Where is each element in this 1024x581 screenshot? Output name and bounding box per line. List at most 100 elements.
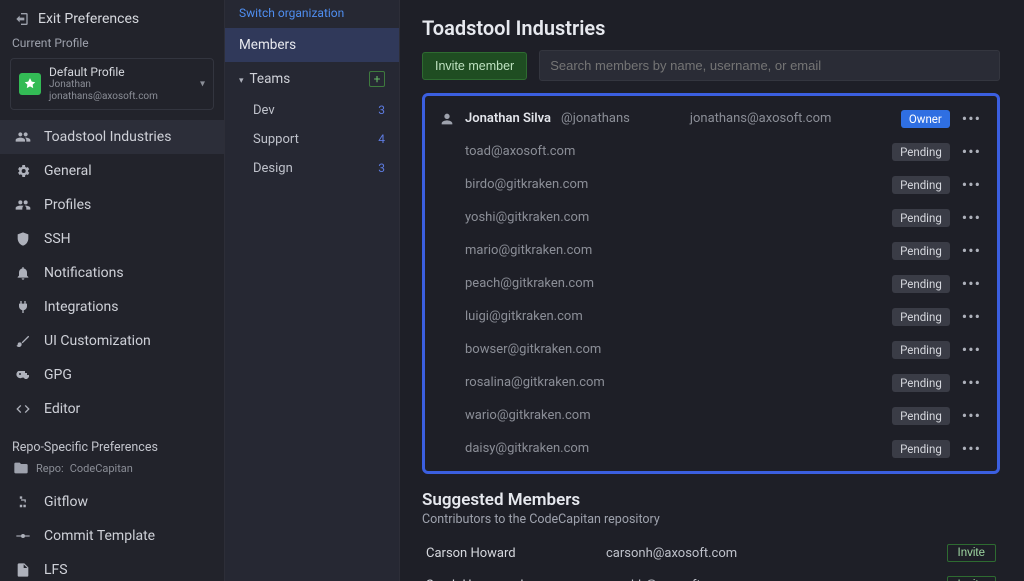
- member-actions-icon[interactable]: •••: [960, 406, 983, 425]
- switch-organization-link[interactable]: Switch organization: [225, 0, 399, 28]
- team-count: 3: [378, 103, 385, 118]
- team-item-support[interactable]: Support 4: [225, 125, 399, 154]
- code-icon: [14, 400, 32, 418]
- member-email: luigi@gitkraken.com: [465, 309, 583, 324]
- member-actions-icon[interactable]: •••: [960, 307, 983, 326]
- team-count: 4: [378, 132, 385, 147]
- profile-selector[interactable]: Default Profile Jonathan jonathans@axoso…: [10, 58, 214, 110]
- member-row: mario@gitkraken.comPending•••: [435, 234, 987, 267]
- members-list: Jonathan Silva @jonathans jonathans@axos…: [422, 93, 1000, 474]
- member-actions-icon[interactable]: •••: [960, 241, 983, 260]
- nav-label: LFS: [44, 562, 68, 578]
- member-actions-icon[interactable]: •••: [960, 109, 983, 128]
- member-row: daisy@gitkraken.com Pending •••: [435, 432, 987, 465]
- suggested-invite-button[interactable]: Invite: [947, 576, 997, 581]
- nav-repo: Gitflow Commit Template LFS: [0, 485, 224, 581]
- nav-item-ui-customization[interactable]: UI Customization: [0, 324, 224, 358]
- main-panel: Toadstool Industries Invite member Jonat…: [400, 0, 1024, 581]
- nav-label: GPG: [44, 367, 72, 383]
- nav-label: Toadstool Industries: [44, 129, 171, 145]
- members-tab[interactable]: Members: [225, 28, 399, 62]
- team-item-design[interactable]: Design3: [225, 154, 399, 183]
- team-name: Support: [253, 132, 299, 147]
- team-count: 3: [378, 161, 385, 176]
- member-email: wario@gitkraken.com: [465, 408, 591, 423]
- member-email: daisy@gitkraken.com: [465, 441, 589, 456]
- nav-item-general[interactable]: General: [0, 154, 224, 188]
- exit-label: Exit Preferences: [38, 11, 139, 27]
- member-actions-icon[interactable]: •••: [960, 274, 983, 293]
- middle-column: Switch organization Members ▾Teams + Dev…: [225, 0, 400, 581]
- member-email: toad@axosoft.com: [465, 144, 575, 159]
- member-actions-icon[interactable]: •••: [960, 439, 983, 458]
- exit-preferences[interactable]: Exit Preferences: [0, 6, 224, 34]
- nav-item-editor[interactable]: Editor: [0, 392, 224, 426]
- member-email: jonathans@axosoft.com: [690, 111, 832, 126]
- pending-badge: Pending: [892, 374, 950, 392]
- invite-member-button[interactable]: Invite member: [422, 52, 527, 80]
- suggested-name: Sarah Hammond: [426, 578, 606, 581]
- nav-item-toadstool-industries[interactable]: Toadstool Industries: [0, 120, 224, 154]
- repo-line: Repo: CodeCapitan: [0, 457, 224, 485]
- nav-item-gpg[interactable]: GPG: [0, 358, 224, 392]
- nav-main: Toadstool Industries GeneralProfilesSSH No…: [0, 120, 224, 426]
- nav-item-ssh[interactable]: SSH: [0, 222, 224, 256]
- member-row: toad@axosoft.comPending•••: [435, 135, 987, 168]
- member-email: yoshi@gitkraken.com: [465, 210, 589, 225]
- pending-badge: Pending: [892, 440, 950, 458]
- member-handle: @jonathans: [561, 111, 630, 126]
- users-icon: [14, 196, 32, 214]
- repo-name: CodeCapitan: [70, 462, 133, 475]
- member-email: bowser@gitkraken.com: [465, 342, 601, 357]
- plug-icon: [14, 298, 32, 316]
- member-row: bowser@gitkraken.comPending•••: [435, 333, 987, 366]
- owner-badge: Owner: [901, 110, 950, 128]
- nav-item-profiles[interactable]: Profiles: [0, 188, 224, 222]
- member-row: rosalina@gitkraken.com Pending •••: [435, 366, 987, 399]
- member-actions-icon[interactable]: •••: [960, 142, 983, 161]
- nav-item-integrations[interactable]: Integrations: [0, 290, 224, 324]
- team-item-dev[interactable]: Dev3: [225, 96, 399, 125]
- gear-icon: [14, 162, 32, 180]
- member-row: birdo@gitkraken.comPending•••: [435, 168, 987, 201]
- teams-section[interactable]: ▾Teams +: [225, 62, 399, 96]
- profile-email: jonathans@axosoft.com: [49, 91, 158, 103]
- member-email: birdo@gitkraken.com: [465, 177, 588, 192]
- nav-label: Gitflow: [44, 494, 88, 510]
- member-row: peach@gitkraken.comPending•••: [435, 267, 987, 300]
- nav-label: Notifications: [44, 265, 124, 281]
- nav-label: UI Customization: [44, 333, 151, 349]
- member-actions-icon[interactable]: •••: [960, 373, 983, 392]
- repo-section-title: Repo-Specific Preferences: [0, 426, 224, 457]
- pending-badge: Pending: [892, 407, 950, 425]
- add-team-button[interactable]: +: [369, 71, 385, 87]
- member-name: Jonathan Silva: [465, 111, 551, 126]
- suggested-email: carsonh@axosoft.com: [606, 546, 947, 561]
- brush-icon: [14, 332, 32, 350]
- member-search-input[interactable]: [539, 50, 1000, 81]
- nav-label: Integrations: [44, 299, 118, 315]
- nav-item-notifications[interactable]: Notifications: [0, 256, 224, 290]
- chevron-down-icon: ▾: [239, 76, 244, 86]
- profile-title: Default Profile: [49, 65, 158, 79]
- member-actions-icon[interactable]: •••: [960, 175, 983, 194]
- suggested-invite-button[interactable]: Invite: [947, 544, 997, 562]
- member-email: rosalina@gitkraken.com: [465, 375, 605, 390]
- key-icon: [14, 366, 32, 384]
- pending-badge: Pending: [892, 308, 950, 326]
- nav-label: Commit Template: [44, 528, 155, 544]
- user-avatar-icon: [439, 111, 455, 127]
- nav-item-commit-template[interactable]: Commit Template: [0, 519, 224, 553]
- pending-badge: Pending: [892, 242, 950, 260]
- nav-item-gitflow[interactable]: Gitflow: [0, 485, 224, 519]
- suggested-name: Carson Howard: [426, 546, 606, 561]
- current-profile-header: Current Profile: [0, 34, 224, 54]
- member-actions-icon[interactable]: •••: [960, 340, 983, 359]
- suggested-email: sarahh@axosoft.com: [606, 578, 947, 581]
- nav-item-lfs[interactable]: LFS: [0, 553, 224, 581]
- commit-icon: [14, 527, 32, 545]
- pending-badge: Pending: [892, 275, 950, 293]
- suggested-members-subtitle: Contributors to the CodeCapitan reposito…: [422, 512, 1000, 537]
- member-actions-icon[interactable]: •••: [960, 208, 983, 227]
- profile-avatar: [19, 73, 41, 95]
